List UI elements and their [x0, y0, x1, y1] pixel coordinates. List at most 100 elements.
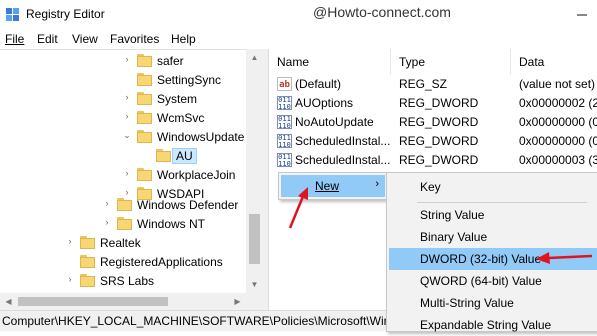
- column-header-data[interactable]: Data: [519, 55, 544, 69]
- value-data: (value not set): [519, 77, 596, 91]
- title-bar: Registry Editor @Howto-connect.com: [0, 0, 597, 30]
- minimize-icon: [577, 14, 587, 16]
- value-type: REG_DWORD: [399, 134, 479, 148]
- expand-icon[interactable]: ›: [65, 236, 75, 246]
- table-row[interactable]: ab (Default) REG_SZ (value not set): [269, 75, 597, 94]
- registry-tree: › safer SettingSync › System › WcmSvc ⌄ …: [0, 49, 263, 311]
- tree-item-label: System: [157, 92, 198, 106]
- tree-vertical-scrollbar[interactable]: ▲ ▼: [246, 49, 263, 293]
- value-data: 0x00000002 (2): [519, 96, 597, 110]
- tree-item-label: WorkplaceJoin: [157, 168, 236, 182]
- expand-icon[interactable]: ›: [102, 217, 112, 227]
- menu-help[interactable]: Help: [171, 32, 196, 46]
- submenu-item-multi-string-value[interactable]: Multi-String Value: [389, 292, 597, 314]
- minimize-button[interactable]: [567, 0, 597, 30]
- registry-editor-app-icon: [6, 8, 19, 21]
- submenu-item-label: QWORD (64-bit) Value: [420, 274, 542, 288]
- string-value-icon: ab: [277, 77, 292, 91]
- table-row[interactable]: 011 110 ScheduledInstal... REG_DWORD 0x00…: [269, 132, 597, 151]
- folder-icon: [156, 149, 171, 163]
- window-title: Registry Editor: [26, 7, 105, 21]
- value-type: REG_SZ: [399, 77, 448, 91]
- scroll-left-icon[interactable]: ◀: [0, 293, 17, 310]
- binary-value-icon: 011 110: [277, 115, 292, 129]
- expand-icon[interactable]: ›: [122, 54, 132, 64]
- expand-icon[interactable]: ›: [122, 187, 132, 197]
- column-header-type[interactable]: Type: [399, 55, 425, 69]
- collapse-icon[interactable]: ⌄: [122, 130, 132, 141]
- expand-icon[interactable]: ›: [122, 111, 132, 121]
- binary-value-icon: 011 110: [277, 153, 292, 167]
- scrollbar-thumb[interactable]: [18, 297, 168, 306]
- submenu-item-label: Key: [420, 180, 441, 194]
- column-header-name[interactable]: Name: [277, 55, 309, 69]
- annotation-arrow-icon: [288, 187, 308, 229]
- folder-icon: [117, 198, 132, 212]
- value-type: REG_DWORD: [399, 153, 479, 167]
- submenu-item-qword-value[interactable]: QWORD (64-bit) Value: [389, 270, 597, 292]
- tree-item-label: safer: [157, 54, 184, 68]
- folder-icon: [137, 111, 152, 125]
- submenu-item-expandable-string-value[interactable]: Expandable String Value: [389, 314, 597, 336]
- folder-icon: [80, 255, 95, 269]
- expand-icon[interactable]: ›: [65, 274, 75, 284]
- tree-item-label: SettingSync: [157, 73, 222, 87]
- value-type: REG_DWORD: [399, 96, 479, 110]
- submenu-item-binary-value[interactable]: Binary Value: [389, 226, 597, 248]
- scroll-up-icon[interactable]: ▲: [246, 49, 263, 66]
- annotation-arrow-icon: [536, 252, 593, 264]
- folder-icon: [137, 54, 152, 68]
- tree-item-label: WcmSvc: [157, 111, 205, 125]
- folder-icon: [80, 274, 95, 288]
- tree-item-label: Realtek: [100, 236, 141, 250]
- submenu-item-label: Binary Value: [420, 230, 488, 244]
- watermark-text: @Howto-connect.com: [313, 4, 451, 20]
- menu-item-label: New: [315, 179, 340, 193]
- menu-file[interactable]: File: [5, 32, 24, 46]
- expand-icon[interactable]: ›: [122, 92, 132, 102]
- value-type: REG_DWORD: [399, 115, 479, 129]
- folder-icon: [137, 92, 152, 106]
- value-name: NoAutoUpdate: [295, 115, 374, 129]
- tree-item-label: Windows NT: [137, 217, 206, 231]
- submenu-item-key[interactable]: Key: [389, 176, 597, 198]
- tree-item-label: Windows Defender: [137, 198, 239, 212]
- menu-bar: File Edit View Favorites Help: [0, 30, 597, 49]
- expand-icon[interactable]: ›: [102, 198, 112, 208]
- value-name: ScheduledInstal...: [295, 134, 391, 148]
- folder-icon: [117, 217, 132, 231]
- value-data: 0x00000000 (0): [519, 134, 597, 148]
- submenu-arrow-icon: ›: [375, 178, 379, 190]
- folder-icon: [80, 236, 95, 250]
- menu-favorites[interactable]: Favorites: [110, 32, 159, 46]
- menu-edit[interactable]: Edit: [37, 32, 58, 46]
- column-divider[interactable]: [510, 49, 511, 74]
- submenu-item-label: String Value: [420, 208, 485, 222]
- value-data: 0x00000003 (3): [519, 153, 597, 167]
- submenu-item-label: Multi-String Value: [420, 296, 514, 310]
- column-divider[interactable]: [390, 49, 391, 74]
- submenu-item-label: DWORD (32-bit) Value: [420, 252, 542, 266]
- value-data: 0x00000000 (0): [519, 115, 597, 129]
- tree-item-label: SRS Labs: [100, 274, 155, 288]
- tree-item-label: RegisteredApplications: [100, 255, 223, 269]
- scroll-down-icon[interactable]: ▼: [246, 276, 263, 293]
- tree-item-label: AU: [172, 148, 197, 164]
- table-row[interactable]: 011 110 AUOptions REG_DWORD 0x00000002 (2…: [269, 94, 597, 113]
- scroll-right-icon[interactable]: ▶: [229, 293, 246, 310]
- table-row[interactable]: 011 110 ScheduledInstal... REG_DWORD 0x00…: [269, 151, 597, 170]
- table-row[interactable]: 011 110 NoAutoUpdate REG_DWORD 0x00000000…: [269, 113, 597, 132]
- submenu-item-string-value[interactable]: String Value: [389, 204, 597, 226]
- expand-icon[interactable]: ›: [122, 168, 132, 178]
- scrollbar-thumb[interactable]: [249, 214, 260, 264]
- binary-value-icon: 011 110: [277, 96, 292, 110]
- binary-value-icon: 011 110: [277, 134, 292, 148]
- folder-icon: [137, 73, 152, 87]
- value-name: (Default): [295, 77, 342, 91]
- menu-view[interactable]: View: [72, 32, 98, 46]
- menu-separator: [417, 202, 587, 203]
- folder-icon: [137, 168, 152, 182]
- folder-open-icon: [137, 130, 152, 144]
- tree-horizontal-scrollbar[interactable]: ◀ ▶: [0, 293, 263, 310]
- tree-item-label: WindowsUpdate: [157, 130, 245, 144]
